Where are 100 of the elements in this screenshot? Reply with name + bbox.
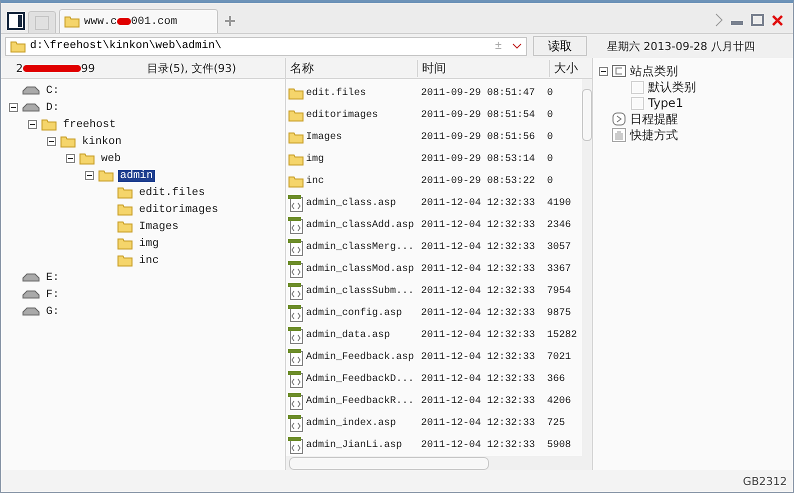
file-size: 0 <box>547 88 554 98</box>
dotted-square-icon <box>35 16 49 30</box>
tree-item[interactable]: E: <box>44 272 62 284</box>
file-name[interactable]: editorimages <box>306 110 378 120</box>
address-field[interactable]: d:\freehost\kinkon\web\admin\ ± <box>5 36 527 56</box>
file-size: 4206 <box>547 396 572 406</box>
category-item[interactable]: 日程提醒 <box>630 110 678 128</box>
drive-icon <box>22 86 40 96</box>
file-size: 5908 <box>547 440 572 450</box>
file-size: 3057 <box>547 242 572 252</box>
folder-icon <box>288 174 304 188</box>
tree-item[interactable]: G: <box>44 306 62 318</box>
drive-icon <box>22 102 40 112</box>
folder-icon <box>117 237 133 250</box>
tree-item[interactable]: Images <box>137 220 181 232</box>
redaction-mark <box>23 64 81 72</box>
folder-icon <box>288 108 304 122</box>
file-name[interactable]: Admin_Feedback.asp <box>306 352 414 362</box>
file-time: 2011-12-04 12:32:33 <box>420 264 536 274</box>
read-button[interactable]: 读取 <box>533 36 587 56</box>
collapse-icon[interactable] <box>599 66 608 76</box>
tree-item[interactable]: D: <box>44 102 62 114</box>
file-size: 7021 <box>547 352 572 362</box>
file-size: 366 <box>547 374 566 384</box>
category-item[interactable]: Type1 <box>648 96 684 110</box>
file-size: 3367 <box>547 264 572 274</box>
file-size: 2346 <box>547 220 572 230</box>
file-name[interactable]: admin_classSubm... <box>306 286 414 296</box>
column-header[interactable]: 名称 <box>286 60 417 76</box>
summary-text: 目录(5), 文件(93) <box>147 60 236 76</box>
panel-toggle-icon[interactable] <box>7 12 25 30</box>
tree-item[interactable]: web <box>99 152 123 164</box>
file-name[interactable]: admin_classAdd.asp <box>306 220 414 230</box>
file-name[interactable]: admin_class.asp <box>306 198 396 208</box>
encoding-text: GB2312 <box>742 474 787 488</box>
category-icon <box>612 65 626 77</box>
tree-item[interactable]: F: <box>44 288 62 300</box>
file-size: 9875 <box>547 308 572 318</box>
folder-tab[interactable]: www.c 001.com <box>59 9 218 33</box>
file-time: 2011-12-04 12:32:33 <box>420 220 536 230</box>
category-item[interactable]: 站点类别 <box>630 62 678 80</box>
collapse-icon[interactable] <box>9 103 18 112</box>
collapse-icon[interactable] <box>28 120 37 129</box>
file-size: 15282 <box>547 330 578 340</box>
file-size: 0 <box>547 132 554 142</box>
tree-item[interactable]: freehost <box>61 118 118 130</box>
file-name[interactable]: Admin_FeedbackR... <box>306 396 414 406</box>
horizontal-scrollbar[interactable] <box>286 456 592 470</box>
tree-item[interactable]: kinkon <box>80 136 124 148</box>
folder-icon <box>117 186 133 199</box>
file-size: 0 <box>547 154 554 164</box>
folder-icon <box>117 220 133 233</box>
tree-item[interactable]: img <box>137 238 161 250</box>
file-time: 2011-12-04 12:32:33 <box>420 330 536 340</box>
dotted-square-icon <box>631 96 644 110</box>
column-header[interactable]: 大小 <box>549 60 592 76</box>
file-name[interactable]: admin_JianLi.asp <box>306 440 402 450</box>
file-name[interactable]: Admin_FeedbackD... <box>306 374 414 384</box>
tree-item[interactable]: editorimages <box>137 204 220 216</box>
file-name[interactable]: Images <box>306 132 342 142</box>
dropdown-icon[interactable] <box>512 43 522 49</box>
file-time: 2011-12-04 12:32:33 <box>420 198 536 208</box>
folder-icon <box>288 130 304 144</box>
category-item[interactable]: 快捷方式 <box>630 126 678 144</box>
folder-icon <box>117 203 133 216</box>
collapse-icon[interactable] <box>85 171 94 180</box>
file-name[interactable]: img <box>306 154 324 164</box>
tree-item[interactable]: inc <box>137 254 161 266</box>
file-name[interactable]: admin_config.asp <box>306 308 402 318</box>
drive-icon <box>22 272 40 282</box>
tree-item[interactable]: edit.files <box>137 186 208 198</box>
clock-icon <box>612 112 626 126</box>
folder-icon <box>288 152 304 166</box>
file-size: 4190 <box>547 198 572 208</box>
file-time: 2011-12-04 12:32:33 <box>420 374 536 384</box>
file-time: 2011-09-29 08:51:47 <box>420 88 536 98</box>
tree-item[interactable]: admin <box>118 170 156 182</box>
folder-icon <box>98 169 114 182</box>
file-name[interactable]: admin_index.asp <box>306 418 396 428</box>
close-icon[interactable] <box>772 14 783 26</box>
file-size: 0 <box>547 176 554 186</box>
collapse-icon[interactable] <box>66 154 75 163</box>
drive-icon <box>22 290 40 300</box>
category-item[interactable]: 默认类别 <box>648 78 696 96</box>
file-name[interactable]: admin_classMerg... <box>306 242 414 252</box>
vertical-scrollbar[interactable] <box>582 79 592 456</box>
hand-icon <box>612 128 626 142</box>
file-name[interactable]: admin_data.asp <box>306 330 390 340</box>
file-time: 2011-12-04 12:32:33 <box>420 352 536 362</box>
column-header[interactable]: 时间 <box>417 60 549 76</box>
tree-item[interactable]: C: <box>44 84 62 96</box>
maximize-icon[interactable] <box>751 14 764 26</box>
file-name[interactable]: inc <box>306 176 324 186</box>
redaction-mark <box>117 18 132 25</box>
file-name[interactable]: admin_classMod.asp <box>306 264 414 274</box>
id-text: 99 <box>81 62 95 74</box>
file-time: 2011-12-04 12:32:33 <box>420 396 536 406</box>
file-name[interactable]: edit.files <box>306 88 366 98</box>
file-time: 2011-12-04 12:32:33 <box>420 242 536 252</box>
collapse-icon[interactable] <box>47 137 56 146</box>
